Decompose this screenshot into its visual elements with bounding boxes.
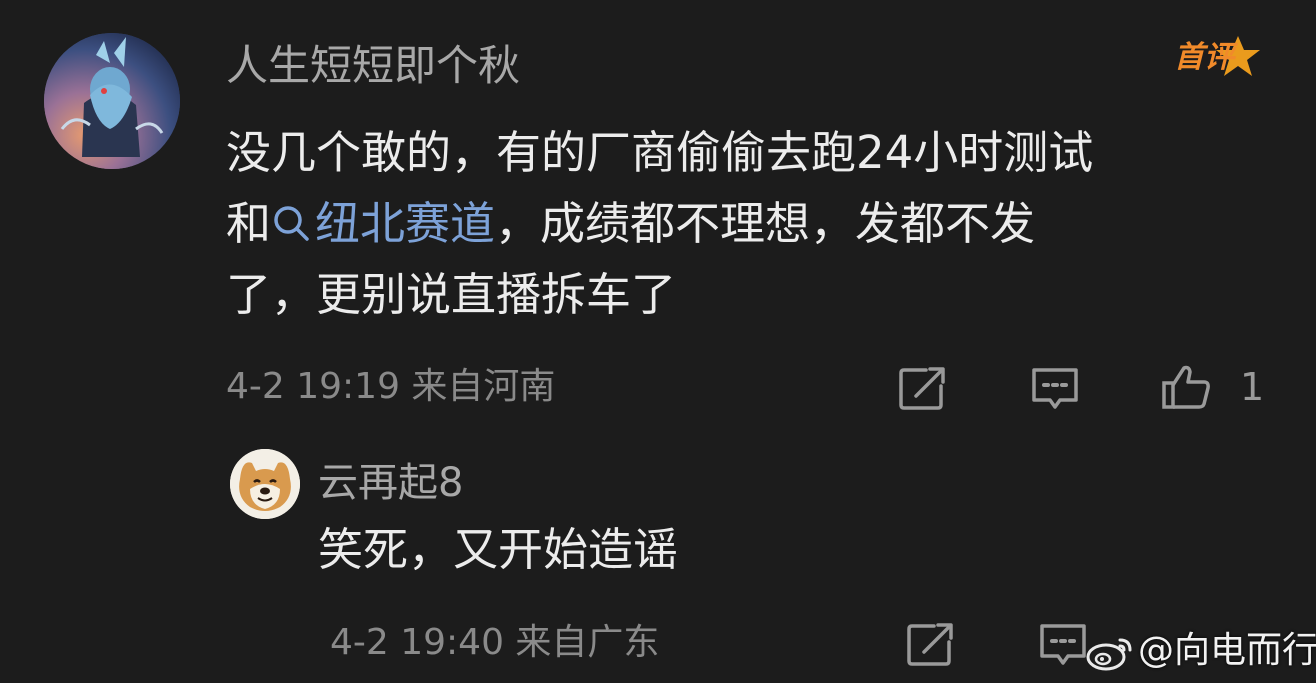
weibo-logo-icon	[1084, 632, 1136, 672]
reply-avatar[interactable]	[230, 449, 300, 519]
share-icon[interactable]	[904, 620, 958, 670]
like-count: 1	[1240, 365, 1265, 409]
share-icon[interactable]	[896, 364, 950, 414]
username[interactable]: 人生短短即个秋	[226, 40, 520, 92]
reply-meta: 4-2 19:40 来自广东	[330, 622, 660, 663]
comment-text-segment: 和	[226, 197, 272, 250]
comment-icon[interactable]	[1036, 620, 1090, 670]
comment-line: 和纽北赛道，成绩都不理想，发都不发	[226, 188, 1246, 259]
reply-body: 笑死，又开始造谣	[318, 523, 679, 576]
topic-link[interactable]: 纽北赛道	[271, 197, 495, 250]
comment-icon[interactable]	[1028, 364, 1082, 414]
comment-meta: 4-2 19:19 来自河南	[226, 366, 556, 407]
comment-body: 没几个敢的，有的厂商偷偷去跑24小时测试 和纽北赛道，成绩都不理想，发都不发 了…	[226, 117, 1246, 330]
topic-link-label: 纽北赛道	[315, 197, 496, 250]
first-comment-badge: 首评	[1168, 30, 1264, 86]
avatar[interactable]	[44, 33, 180, 169]
comment-line: 了，更别说直播拆车了	[226, 268, 677, 321]
comment-text-segment: ，成绩都不理想，发都不发	[495, 197, 1036, 250]
comment-thread: 人生短短即个秋 首评 没几个敢的，有的厂商偷偷去跑24小时测试 和纽北赛道，成绩…	[0, 0, 1316, 683]
like-icon[interactable]	[1160, 362, 1214, 412]
search-icon	[274, 206, 309, 241]
first-comment-badge-label: 首评	[1174, 40, 1234, 75]
reply-username[interactable]: 云再起8	[318, 458, 463, 508]
watermark-text: @向电而行	[1138, 630, 1316, 671]
comment-line: 没几个敢的，有的厂商偷偷去跑24小时测试	[226, 126, 1094, 179]
